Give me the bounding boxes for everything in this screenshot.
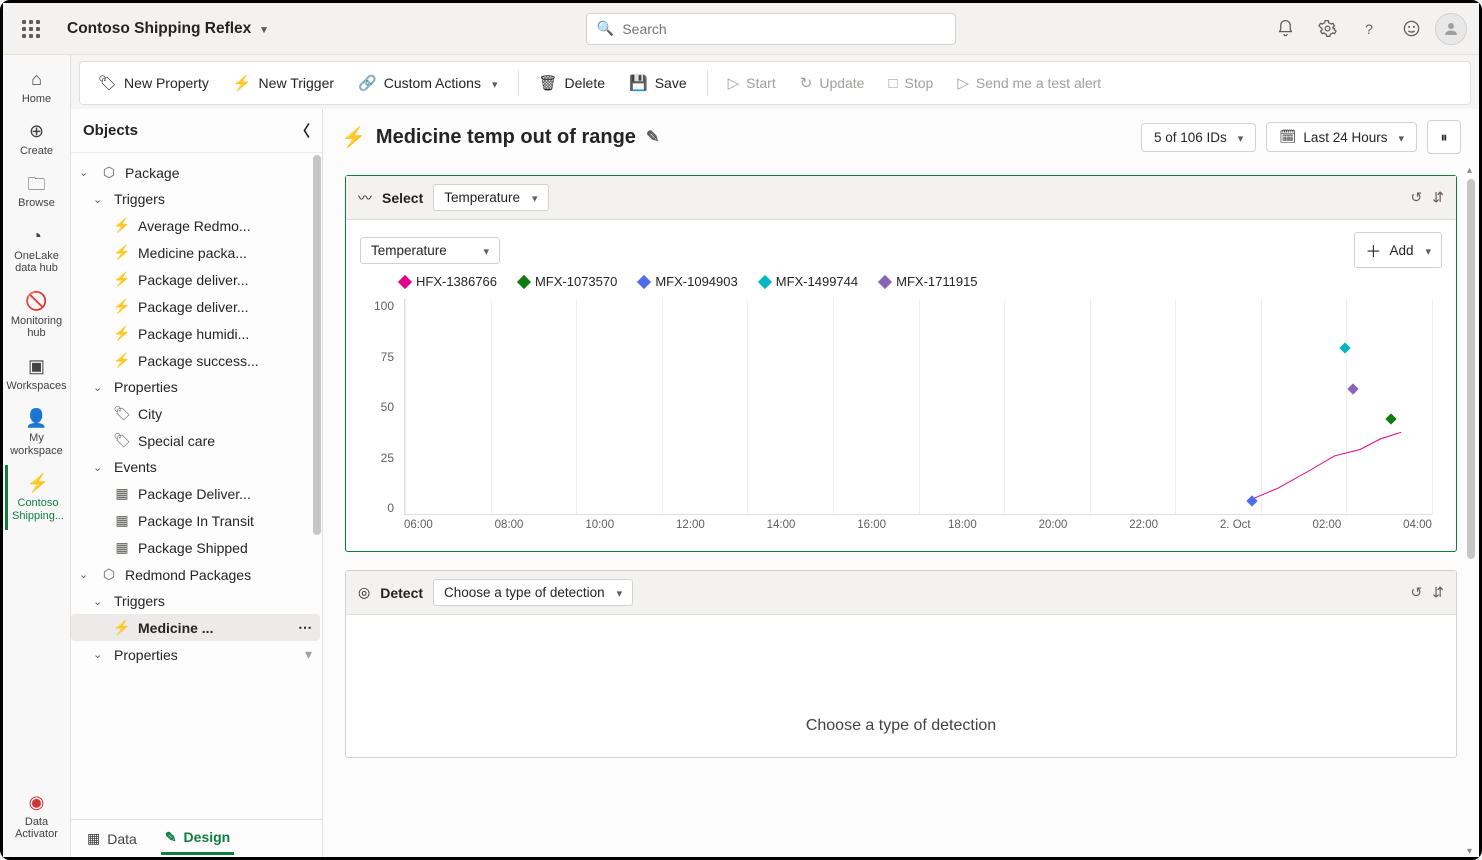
id-filter-dropdown[interactable]: 5 of 106 IDs (1141, 123, 1256, 152)
undo-icon[interactable]: ↺ (1411, 584, 1423, 601)
nav-workspaces[interactable]: ▣Workspaces (5, 348, 69, 400)
metric-dropdown[interactable]: Temperature (360, 237, 500, 264)
divider (518, 70, 519, 96)
search-box[interactable]: 🔍 (586, 13, 956, 45)
tree-event-item[interactable]: ▦Package Shipped (71, 534, 320, 561)
select-title: Select (382, 190, 423, 206)
collapse-icon[interactable]: ⇵ (1432, 584, 1444, 601)
workspace-title-label: Contoso Shipping Reflex (67, 20, 251, 38)
canvas: ⚡ Medicine temp out of range ✎ 5 of 106 … (323, 109, 1479, 857)
select-property-dropdown[interactable]: Temperature (433, 184, 548, 211)
nav-data-activator[interactable]: ◉Data Activator (5, 784, 69, 849)
tree-trigger-item[interactable]: ⚡Package humidi... (71, 320, 320, 347)
workspace-title-dropdown[interactable]: Contoso Shipping Reflex (59, 16, 275, 42)
send-test-alert-button: ▷Send me a test alert (947, 68, 1111, 98)
tab-data[interactable]: ▦Data (83, 824, 141, 853)
footer-tabs: ▦Data ✎Design (71, 819, 322, 857)
tree-trigger-item[interactable]: ⚡Package deliver... (71, 266, 320, 293)
objects-panel-title: Objects (83, 122, 138, 139)
update-button: ↻Update (790, 68, 875, 98)
command-ribbon: 🏷New Property ⚡New Trigger 🔗Custom Actio… (79, 61, 1471, 105)
tree-header-properties[interactable]: ⌄Properties (71, 374, 320, 400)
new-trigger-button[interactable]: ⚡New Trigger (223, 68, 344, 98)
nav-create[interactable]: ⊕Create (5, 113, 69, 165)
pause-button[interactable]: ⏸ (1427, 120, 1461, 154)
nav-contoso-shipping[interactable]: ⚡Contoso Shipping... (5, 465, 69, 530)
nav-my-workspace[interactable]: 👤My workspace (5, 400, 69, 465)
delete-button[interactable]: 🗑Delete (529, 68, 616, 98)
collapse-panel-icon[interactable]: 〈 (295, 120, 310, 141)
temperature-chart: 1007550250 06:0008:0010:0012:0014:0016:0… (360, 299, 1442, 539)
tree-trigger-item-selected[interactable]: ⚡Medicine ...⋯ (71, 614, 320, 641)
tree-header-events[interactable]: ⌄Events (71, 454, 320, 480)
detect-type-dropdown[interactable]: Choose a type of detection (433, 579, 633, 606)
detect-card: ◎ Detect Choose a type of detection ↺ ⇵ … (345, 570, 1457, 758)
tree-event-item[interactable]: ▦Package In Transit (71, 507, 320, 534)
tab-design[interactable]: ✎Design (161, 823, 234, 855)
nav-home[interactable]: ⌂Home (5, 61, 69, 113)
nav-monitoring[interactable]: 🚫Monitoring hub (5, 283, 69, 348)
account-avatar[interactable] (1435, 13, 1467, 45)
detect-title: Detect (380, 585, 423, 601)
time-range-dropdown[interactable]: 🗓Last 24 Hours (1266, 122, 1417, 152)
custom-actions-button[interactable]: 🔗Custom Actions (348, 68, 507, 98)
add-button[interactable]: ＋Add (1354, 232, 1442, 268)
stop-button: □Stop (878, 69, 943, 98)
edit-title-icon[interactable]: ✎ (646, 127, 659, 147)
new-property-button[interactable]: 🏷New Property (88, 68, 219, 98)
objects-tree: ⌄⬡Package ⌄Triggers ⚡Average Redmo... ⚡M… (71, 153, 322, 819)
nav-onelake[interactable]: ◔OneLake data hub (5, 218, 69, 283)
help-icon[interactable]: ? (1351, 11, 1387, 47)
select-icon: 〰 (358, 188, 372, 208)
search-input[interactable] (622, 21, 945, 37)
divider (707, 70, 708, 96)
settings-icon[interactable] (1309, 11, 1345, 47)
canvas-scrollbar[interactable]: ▴ ▾ (1465, 165, 1477, 857)
tree-property-item[interactable]: 🏷Special care (71, 427, 320, 454)
calendar-icon: 🗓 (1279, 129, 1296, 145)
detect-placeholder: Choose a type of detection (360, 627, 1442, 745)
tree-scrollbar[interactable] (312, 153, 322, 857)
tree-event-item[interactable]: ▦Package Deliver... (71, 480, 320, 507)
page-title: Medicine temp out of range (376, 126, 636, 149)
undo-icon[interactable]: ↺ (1411, 189, 1423, 206)
chart-legend: HFX-1386766MFX-1073570MFX-1094903MFX-149… (360, 268, 1442, 299)
feedback-icon[interactable] (1393, 11, 1429, 47)
tree-item-package[interactable]: ⌄⬡Package (71, 159, 320, 186)
collapse-icon[interactable]: ⇵ (1432, 189, 1444, 206)
select-card: 〰 Select Temperature ↺ ⇵ Temperat (345, 175, 1457, 552)
start-button: ▷Start (718, 68, 786, 98)
left-nav-rail: ⌂Home ⊕Create 🗀Browse ◔OneLake data hub … (3, 55, 71, 857)
tree-trigger-item[interactable]: ⚡Package deliver... (71, 293, 320, 320)
app-launcher-icon[interactable] (15, 13, 47, 45)
tree-item-redmond[interactable]: ⌄⬡Redmond Packages (71, 561, 320, 588)
search-icon: 🔍 (597, 20, 614, 37)
bolt-icon: ⚡ (341, 125, 366, 150)
tree-trigger-item[interactable]: ⚡Package success... (71, 347, 320, 374)
notifications-icon[interactable] (1267, 11, 1303, 47)
objects-panel: Objects 〈 ⌄⬡Package ⌄Triggers ⚡Average R… (71, 109, 323, 857)
more-icon[interactable]: ⋯ (298, 619, 312, 636)
detect-icon: ◎ (358, 584, 370, 601)
tree-header-triggers[interactable]: ⌄Triggers (71, 186, 320, 212)
tree-trigger-item[interactable]: ⚡Medicine packa... (71, 239, 320, 266)
tree-header-properties[interactable]: ⌄Properties▾ (71, 641, 320, 668)
tree-property-item[interactable]: 🏷City (71, 400, 320, 427)
topbar: Contoso Shipping Reflex 🔍 ? (3, 3, 1479, 55)
tree-trigger-item[interactable]: ⚡Average Redmo... (71, 212, 320, 239)
chevron-down-icon (257, 20, 267, 38)
nav-browse[interactable]: 🗀Browse (5, 166, 69, 218)
save-button[interactable]: 💾Save (619, 68, 697, 98)
tree-header-triggers[interactable]: ⌄Triggers (71, 588, 320, 614)
